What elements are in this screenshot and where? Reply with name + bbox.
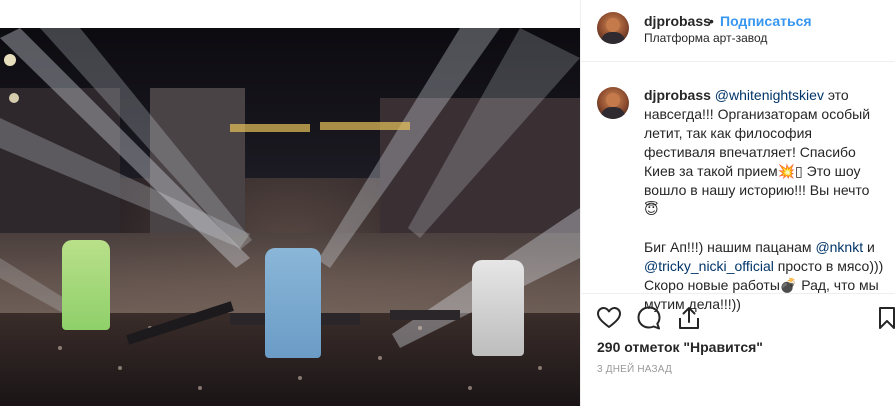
heart-icon[interactable] bbox=[595, 304, 623, 332]
caption-author-avatar[interactable] bbox=[597, 87, 629, 119]
header-separator: • bbox=[709, 13, 714, 29]
author-username[interactable]: djprobass bbox=[644, 13, 711, 29]
mention-link[interactable]: @whitenightskiev bbox=[715, 87, 824, 103]
post-header: djprobass • Подписаться Платформа арт-за… bbox=[581, 0, 895, 62]
post-caption: djprobass @whitenightskiev это навсегда!… bbox=[581, 62, 895, 312]
performer-left bbox=[62, 240, 110, 330]
caption-text: djprobass @whitenightskiev это навсегда!… bbox=[644, 86, 884, 314]
post-timestamp[interactable]: 3 ДНЕЙ НАЗАД bbox=[597, 364, 672, 375]
post-actions: 290 отметок "Нравится" 3 ДНЕЙ НАЗАД bbox=[581, 293, 895, 403]
top-blank-area bbox=[0, 0, 580, 28]
caption-body: это навсегда!!! Организаторам особый лет… bbox=[644, 87, 871, 255]
performer-center bbox=[265, 248, 321, 358]
location-link[interactable]: Платформа арт-завод bbox=[644, 31, 767, 45]
bookmark-icon[interactable] bbox=[877, 304, 895, 332]
author-avatar[interactable] bbox=[597, 12, 629, 44]
mention-link[interactable]: @nknkt bbox=[815, 239, 863, 255]
follow-button[interactable]: Подписаться bbox=[720, 13, 812, 29]
mention-link[interactable]: @tricky_nicki_official bbox=[644, 258, 774, 274]
performer-right bbox=[472, 260, 524, 356]
post-side-panel: djprobass • Подписаться Платформа арт-за… bbox=[580, 0, 895, 406]
caption-body: и bbox=[863, 239, 875, 255]
likes-count[interactable]: 290 отметок "Нравится" bbox=[597, 339, 763, 355]
comment-icon[interactable] bbox=[635, 304, 663, 332]
caption-username[interactable]: djprobass bbox=[644, 87, 711, 103]
share-icon[interactable] bbox=[675, 304, 703, 332]
post-photo[interactable] bbox=[0, 28, 580, 406]
